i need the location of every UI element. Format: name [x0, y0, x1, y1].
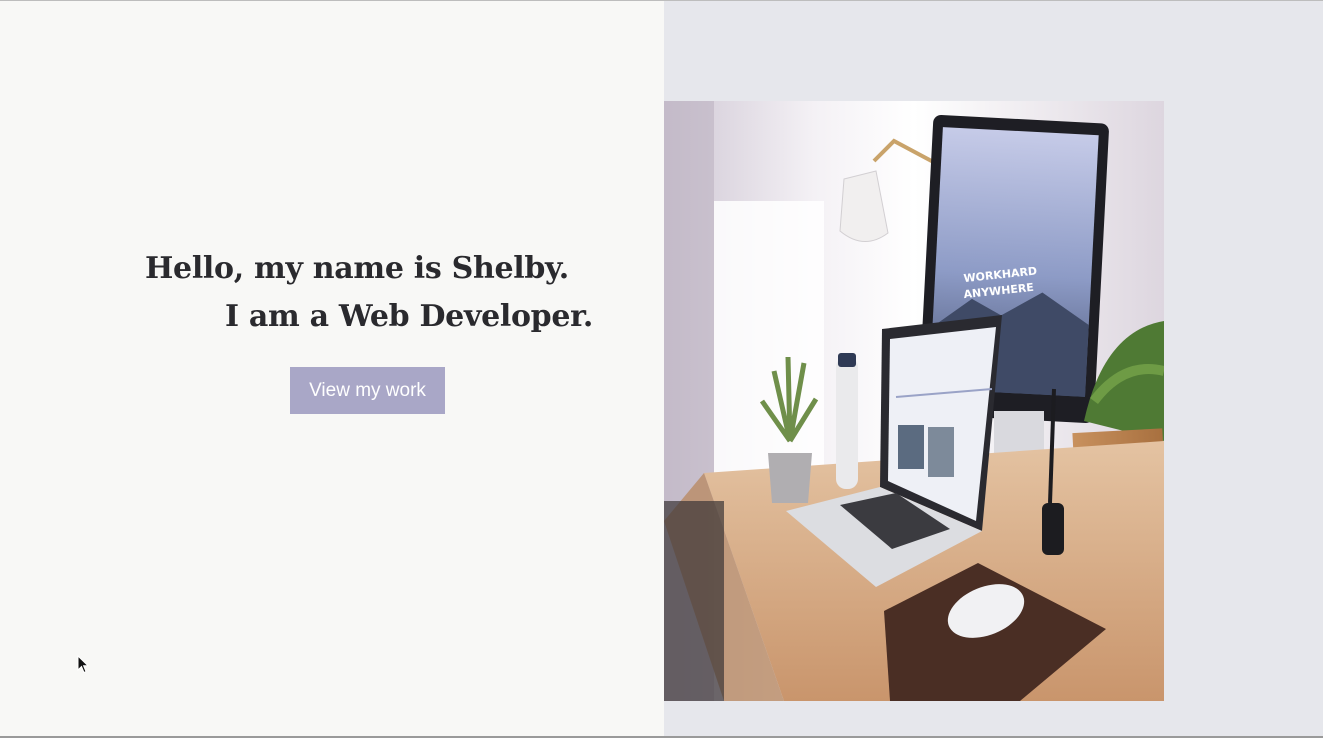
left-plant-pot: [768, 453, 812, 503]
greeting-heading: Hello, my name is Shelby.: [145, 251, 569, 286]
chair-blur: [664, 501, 724, 701]
pen-holder: [1042, 503, 1064, 555]
view-my-work-button[interactable]: View my work: [290, 367, 445, 414]
role-heading: I am a Web Developer.: [225, 299, 594, 334]
workspace-photo: WORKHARD ANYWHERE: [664, 101, 1164, 701]
mouse-cursor-icon: [77, 655, 89, 674]
water-bottle: [836, 357, 858, 489]
